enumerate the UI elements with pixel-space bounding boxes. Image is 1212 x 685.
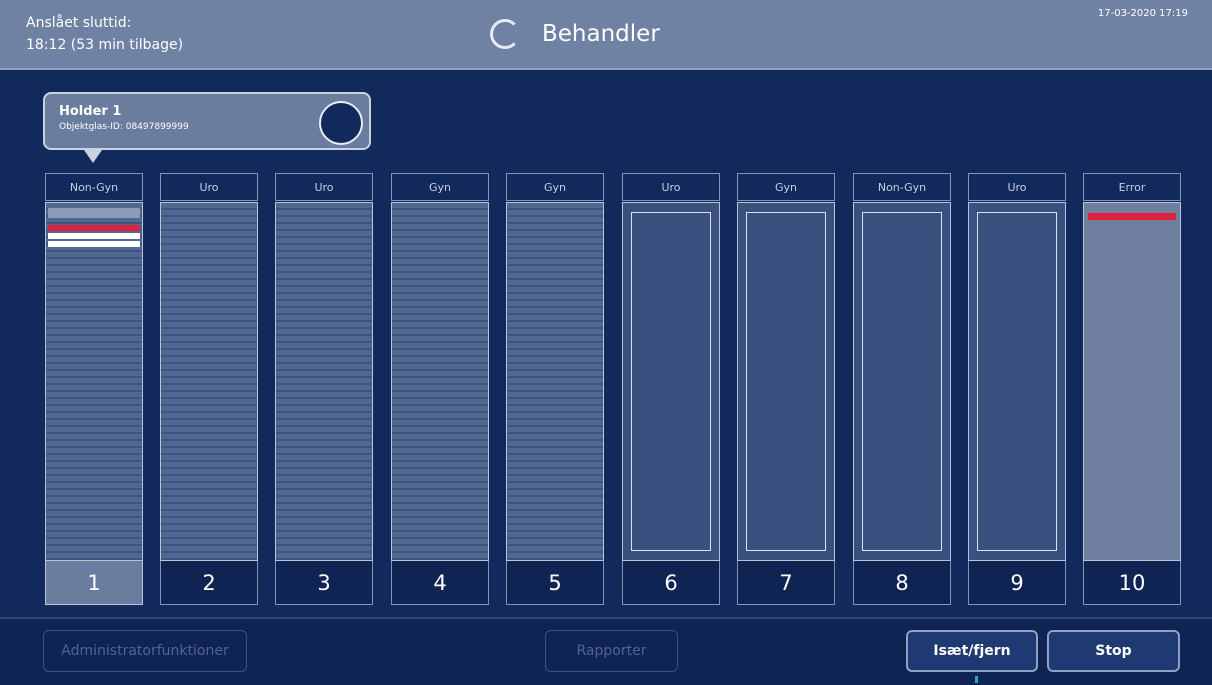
empty-rack-frame [631, 212, 711, 551]
insert-remove-button[interactable]: Isæt/fjern [906, 630, 1038, 672]
admin-functions-button[interactable]: Administratorfunktioner [43, 630, 247, 672]
empty-rack-frame [746, 212, 826, 551]
holder-number: 9 [968, 561, 1066, 605]
holder-type-label: Uro [275, 173, 373, 201]
holder-9[interactable]: Uro 9 [968, 173, 1066, 605]
holder-6[interactable]: Uro 6 [622, 173, 720, 605]
holder-type-label: Gyn [391, 173, 489, 201]
holder-number: 4 [391, 561, 489, 605]
holder-8[interactable]: Non-Gyn 8 [853, 173, 951, 605]
holder-type-label: Gyn [506, 173, 604, 201]
stop-button[interactable]: Stop [1047, 630, 1180, 672]
holder-number: 2 [160, 561, 258, 605]
holder-number: 8 [853, 561, 951, 605]
status-title: Behandler [542, 21, 660, 47]
tooltip-title: Holder 1 [59, 104, 122, 119]
tooltip-slide-id: Objektglas-ID: 08497899999 [59, 122, 189, 132]
holder-number: 6 [622, 561, 720, 605]
loading-spinner-icon [490, 19, 520, 49]
holder-slide-rack [737, 202, 835, 561]
footer-bar: Administratorfunktioner Rapporter Isæt/f… [0, 617, 1212, 685]
holder-number: 5 [506, 561, 604, 605]
holder-type-label: Uro [160, 173, 258, 201]
holder-status-circle-icon [319, 101, 363, 145]
holder-2[interactable]: Uro 2 [160, 173, 258, 605]
holder-slide-rack [45, 202, 143, 561]
estimated-end-value: 18:12 (53 min tilbage) [26, 37, 184, 53]
holder-slide-rack [275, 202, 373, 561]
holder-slide-rack [160, 202, 258, 561]
holder-info-tooltip: Holder 1 Objektglas-ID: 08497899999 [43, 92, 371, 150]
holder-number: 1 [45, 561, 143, 605]
reports-button[interactable]: Rapporter [545, 630, 678, 672]
slide-highlight-stripe [48, 233, 140, 239]
status-title-group: Behandler [490, 14, 660, 54]
holder-type-label: Non-Gyn [45, 173, 143, 201]
holder-3[interactable]: Uro 3 [275, 173, 373, 605]
holder-10[interactable]: Error 10 [1083, 173, 1181, 605]
header-bar: Anslået sluttid: 18:12 (53 min tilbage) … [0, 0, 1212, 70]
holder-number: 3 [275, 561, 373, 605]
cursor-indicator [975, 676, 978, 683]
holder-5[interactable]: Gyn 5 [506, 173, 604, 605]
holder-type-label: Uro [622, 173, 720, 201]
holder-4[interactable]: Gyn 4 [391, 173, 489, 605]
holder-slide-rack [853, 202, 951, 561]
holder-type-label: Uro [968, 173, 1066, 201]
holder-slide-rack [1083, 202, 1181, 561]
holder-slide-rack [391, 202, 489, 561]
holder-slide-rack [622, 202, 720, 561]
estimated-end-time: Anslået sluttid: 18:12 (53 min tilbage) [26, 12, 183, 56]
slide-error-stripe [1088, 213, 1176, 220]
holder-number: 10 [1083, 561, 1181, 605]
slide-error-stripe [48, 225, 140, 231]
tooltip-arrow [84, 150, 102, 163]
holder-type-label: Error [1083, 173, 1181, 201]
slide-highlight-stripe [48, 241, 140, 247]
datetime: 17-03-2020 17:19 [1097, 8, 1188, 19]
holder-7[interactable]: Gyn 7 [737, 173, 835, 605]
estimated-end-label: Anslået sluttid: [26, 15, 132, 31]
holder-slide-rack [968, 202, 1066, 561]
holder-number: 7 [737, 561, 835, 605]
slide-stripe [48, 208, 140, 218]
holder-slide-rack [506, 202, 604, 561]
empty-rack-frame [862, 212, 942, 551]
holder-type-label: Non-Gyn [853, 173, 951, 201]
holder-1[interactable]: Non-Gyn 1 [45, 173, 143, 605]
holder-type-label: Gyn [737, 173, 835, 201]
empty-rack-frame [977, 212, 1057, 551]
